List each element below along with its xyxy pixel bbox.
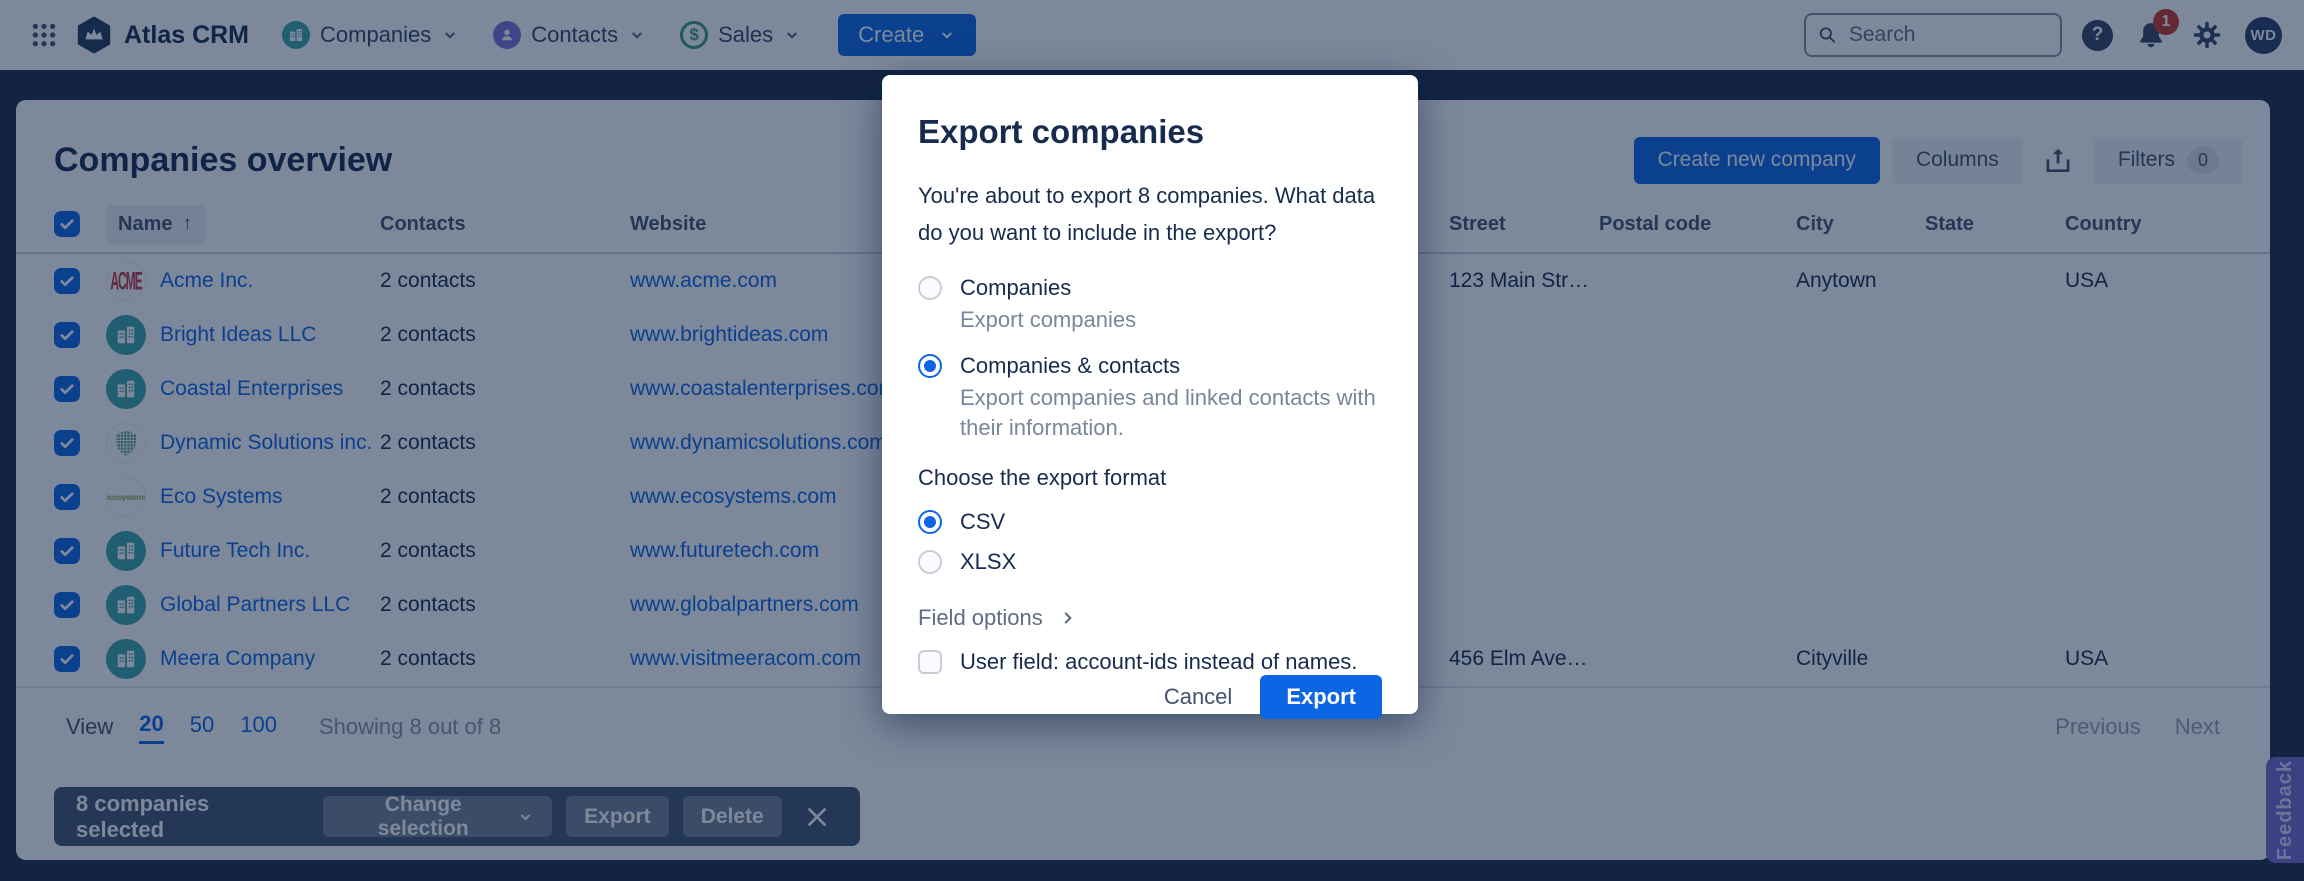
export-companies-modal: Export companies You're about to export … [882,75,1418,714]
format-label: CSV [960,507,1005,537]
user-field-option[interactable]: User field: account-ids instead of names… [918,649,1382,675]
field-options-toggle[interactable]: Field options [918,605,1382,631]
export-option-companies-contacts[interactable]: Companies & contacts Export companies an… [918,351,1382,443]
radio-unselected-icon[interactable] [918,550,942,574]
export-option-companies[interactable]: Companies Export companies [918,273,1382,335]
option-description: Export companies [960,305,1136,335]
modal-footer: Cancel Export [918,675,1382,719]
field-options-label: Field options [918,605,1043,631]
format-option-xlsx[interactable]: XLSX [918,547,1382,577]
format-heading: Choose the export format [918,465,1382,491]
radio-selected-icon[interactable] [918,354,942,378]
radio-unselected-icon[interactable] [918,276,942,300]
export-button[interactable]: Export [1260,675,1382,719]
option-label: Companies [960,273,1136,303]
checkbox-unchecked-icon[interactable] [918,650,942,674]
option-description: Export companies and linked contacts wit… [960,383,1382,443]
format-label: XLSX [960,547,1016,577]
cancel-button[interactable]: Cancel [1144,675,1252,719]
modal-title: Export companies [918,113,1382,151]
format-option-csv[interactable]: CSV [918,507,1382,537]
app-screen: Atlas CRM Companies Contacts $ Sales [0,0,2304,881]
modal-description: You're about to export 8 companies. What… [918,177,1382,251]
radio-selected-icon[interactable] [918,510,942,534]
chevron-right-icon [1059,609,1077,627]
option-label: Companies & contacts [960,351,1382,381]
user-field-label: User field: account-ids instead of names… [960,649,1357,675]
